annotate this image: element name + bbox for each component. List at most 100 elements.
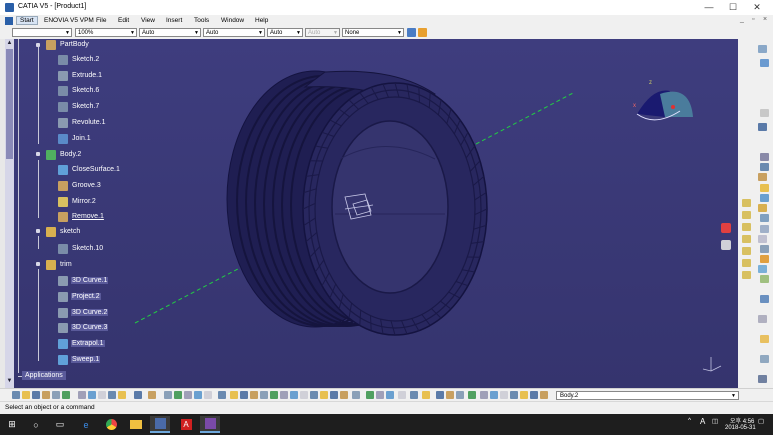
menu-view[interactable]: View xyxy=(141,17,155,24)
tree-item-sweep-1[interactable]: Sweep.1 xyxy=(58,354,101,365)
toolbar-icon[interactable] xyxy=(490,391,498,399)
expand-node[interactable] xyxy=(36,152,40,156)
toolbar-icon[interactable] xyxy=(98,391,106,399)
linetype-combo[interactable]: Auto ▼ xyxy=(267,28,303,37)
toolbar-icon[interactable] xyxy=(300,391,308,399)
toolbar-icon[interactable] xyxy=(88,391,96,399)
tool-icon[interactable] xyxy=(760,275,769,283)
toolbar-icon[interactable] xyxy=(352,391,360,399)
toolbar-icon[interactable] xyxy=(480,391,488,399)
tree-item-closesurface-1[interactable]: CloseSurface.1 xyxy=(58,164,121,175)
toolbar-icon[interactable] xyxy=(174,391,182,399)
toolbar-icon[interactable] xyxy=(340,391,348,399)
toolbar-icon[interactable] xyxy=(330,391,338,399)
tool-icon[interactable] xyxy=(742,223,751,231)
toolbar-icon[interactable] xyxy=(52,391,60,399)
toolbar-icon[interactable] xyxy=(436,391,444,399)
tool-icon[interactable] xyxy=(758,45,767,53)
tool-icon[interactable] xyxy=(742,211,751,219)
toolbar-icon[interactable] xyxy=(148,391,156,399)
search-icon[interactable]: ○ xyxy=(26,416,46,433)
close-button[interactable]: ✕ xyxy=(745,1,769,14)
expand-node[interactable] xyxy=(36,229,40,233)
record-icon[interactable] xyxy=(721,240,731,250)
toolbar-icon[interactable] xyxy=(62,391,70,399)
expand-node[interactable] xyxy=(36,43,40,47)
tool-icon[interactable] xyxy=(758,265,767,273)
acrobat-icon[interactable]: A xyxy=(176,416,196,433)
tree-item-sketch-set[interactable]: sketch xyxy=(46,226,81,237)
start-icon[interactable]: ⊞ xyxy=(2,416,22,433)
toolbar-icon[interactable] xyxy=(78,391,86,399)
layer-combo[interactable]: None ▼ xyxy=(342,28,404,37)
tool-icon[interactable] xyxy=(760,59,769,67)
toolbar-icon[interactable] xyxy=(398,391,406,399)
clock-date[interactable]: 2018-05-31 xyxy=(725,425,756,431)
tree-item-3d-curve-1[interactable]: 3D Curve.1 xyxy=(58,275,109,286)
menu-enovia[interactable]: ENOVIA V5 VPM xyxy=(44,17,94,24)
tool-icon[interactable] xyxy=(758,204,767,212)
doc-minimize-button[interactable]: _ xyxy=(740,16,744,23)
toolbar-icon[interactable] xyxy=(376,391,384,399)
tree-item-3d-curve-3[interactable]: 3D Curve.3 xyxy=(58,322,109,333)
toolbar-icon[interactable] xyxy=(22,391,30,399)
tool-icon[interactable] xyxy=(760,194,769,202)
tree-item-trim-set[interactable]: trim xyxy=(46,259,73,270)
stop-icon[interactable] xyxy=(721,223,731,233)
tool-icon[interactable] xyxy=(760,109,769,117)
edge-icon[interactable]: e xyxy=(76,416,96,433)
tool-icon[interactable] xyxy=(758,123,767,131)
tool-icon[interactable] xyxy=(760,225,769,233)
properties-icon[interactable] xyxy=(418,28,427,37)
ime-indicator[interactable]: A xyxy=(700,417,705,426)
toolbar-icon[interactable] xyxy=(422,391,430,399)
style-combo[interactable]: ▼ xyxy=(12,28,72,37)
toolbar-icon[interactable] xyxy=(118,391,126,399)
tool-icon[interactable] xyxy=(760,184,769,192)
toolbar-icon[interactable] xyxy=(468,391,476,399)
tree-item-body-2[interactable]: Body.2 xyxy=(46,149,82,160)
tree-item-remove-1[interactable]: Remove.1 xyxy=(58,211,105,222)
tool-icon[interactable] xyxy=(742,247,751,255)
toolbar-icon[interactable] xyxy=(310,391,318,399)
color-combo[interactable]: Auto ▼ xyxy=(139,28,201,37)
toolbar-icon[interactable] xyxy=(530,391,538,399)
paint-format-icon[interactable] xyxy=(407,28,416,37)
toolbar-icon[interactable] xyxy=(510,391,518,399)
tree-item-project-2[interactable]: Project.2 xyxy=(58,291,101,302)
catia-icon[interactable] xyxy=(150,416,170,433)
tool-icon[interactable] xyxy=(758,315,767,323)
toolbar-icon[interactable] xyxy=(204,391,212,399)
toolbar-icon[interactable] xyxy=(540,391,548,399)
toolbar-icon[interactable] xyxy=(280,391,288,399)
file-explorer-icon[interactable] xyxy=(126,416,146,433)
tool-icon[interactable] xyxy=(760,355,769,363)
toolbar-icon[interactable] xyxy=(12,391,20,399)
toolbar-icon[interactable] xyxy=(42,391,50,399)
tray-arrow-icon[interactable]: ^ xyxy=(688,417,691,424)
tool-icon[interactable] xyxy=(758,173,767,181)
toolbar-icon[interactable] xyxy=(366,391,374,399)
menu-file[interactable]: File xyxy=(96,17,106,24)
tool-icon[interactable] xyxy=(760,295,769,303)
toolbar-icon[interactable] xyxy=(386,391,394,399)
menu-insert[interactable]: Insert xyxy=(166,17,182,24)
tree-item-extrapol-1[interactable]: Extrapol.1 xyxy=(58,338,105,349)
minimize-button[interactable]: — xyxy=(697,1,721,14)
menu-window[interactable]: Window xyxy=(221,17,244,24)
tool-icon[interactable] xyxy=(760,163,769,171)
toolbar-icon[interactable] xyxy=(194,391,202,399)
toolbar-icon[interactable] xyxy=(250,391,258,399)
tree-item-sketch-10[interactable]: Sketch.10 xyxy=(58,243,104,254)
chrome-icon[interactable] xyxy=(101,416,121,433)
menu-help[interactable]: Help xyxy=(255,17,268,24)
toolbar-icon[interactable] xyxy=(320,391,328,399)
maximize-button[interactable]: ☐ xyxy=(721,1,745,14)
clock-time[interactable]: 오후 4:56 xyxy=(730,416,754,425)
scroll-thumb[interactable] xyxy=(6,49,13,159)
tree-item-extrude-1[interactable]: Extrude.1 xyxy=(58,70,103,81)
menu-tools[interactable]: Tools xyxy=(194,17,209,24)
tree-item-sketch-2[interactable]: Sketch.2 xyxy=(58,54,100,65)
tree-item-3d-curve-2[interactable]: 3D Curve.2 xyxy=(58,307,109,318)
tree-item-mirror-2[interactable]: Mirror.2 xyxy=(58,196,97,207)
